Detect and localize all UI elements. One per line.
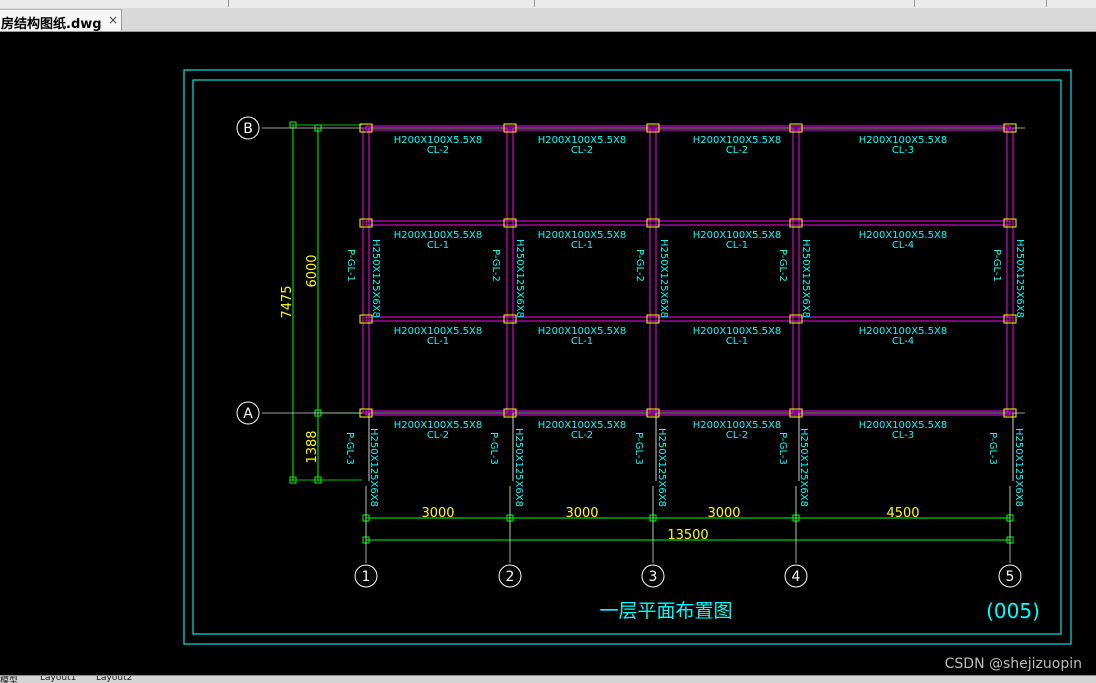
axis-label-4: 4: [792, 569, 801, 585]
inner-frame: [192, 79, 1062, 635]
axis-label-3: 3: [649, 569, 658, 585]
column-member-3: [649, 127, 657, 414]
column-node: [646, 314, 660, 324]
menu-separator: [534, 0, 535, 7]
dim-text-overhang: 1388: [305, 430, 320, 463]
beam-row_m1: [365, 220, 1011, 226]
menu-separator: [914, 0, 915, 7]
beam-mark-label: CL-1: [571, 240, 593, 251]
column-mark-label: P-GL-1: [345, 249, 356, 282]
column-mark-label: P-GL-2: [634, 249, 645, 282]
beam-mark-label: CL-2: [726, 430, 748, 441]
beam-mark-label: CL-3: [892, 430, 914, 441]
dim-text-total-height: 7475: [280, 285, 295, 318]
beam-mark-label: CL-1: [427, 336, 449, 347]
column-section-label: H250X125X6X8: [514, 239, 525, 318]
column-node: [789, 218, 803, 228]
column-mark-label: P-GL-3: [488, 432, 499, 465]
dim-text-bay-height: 6000: [305, 254, 320, 287]
column-section-label: H250X125X6X8: [370, 239, 381, 318]
beam-mark-label: CL-1: [726, 336, 748, 347]
menu-separator: [228, 0, 229, 7]
column-section-label: H250X125X6X8: [658, 239, 669, 318]
column-section-label: H250X125X6X8: [656, 428, 667, 507]
column-section-label: H250X125X6X8: [1014, 239, 1025, 318]
sheet-number: (005): [986, 599, 1040, 623]
document-tab-title: 房结构图纸.dwg: [1, 17, 102, 32]
dim-text-span: 3000: [565, 506, 598, 521]
column-node: [503, 218, 517, 228]
column-mark-label: P-GL-2: [490, 249, 501, 282]
dim-text-total: 13500: [667, 528, 708, 543]
beam-mark-label: CL-2: [726, 145, 748, 156]
axis-label-2: 2: [506, 569, 515, 585]
beam-mark-label: CL-1: [571, 336, 593, 347]
watermark: CSDN @shejizuopin: [945, 656, 1082, 672]
column-mark-label: P-GL-1: [991, 249, 1002, 282]
column-member-4: [792, 127, 800, 414]
steel-columns: [359, 123, 1017, 418]
axis-label-b: B: [243, 121, 253, 137]
column-section-label: H250X125X6X8: [513, 428, 524, 507]
beam-mark-label: CL-2: [571, 145, 593, 156]
column-member-5: [1006, 127, 1014, 414]
column-member-2: [506, 127, 514, 414]
column-mark-label: P-GL-3: [633, 432, 644, 465]
beam-row_m2: [365, 316, 1011, 322]
dim-text-span: 3000: [421, 506, 454, 521]
column-mark-label: P-GL-3: [987, 432, 998, 465]
beam-mark-label: CL-1: [427, 240, 449, 251]
outer-frame: [183, 69, 1072, 645]
menu-separator: [1046, 0, 1047, 7]
axis-label-a: A: [243, 406, 253, 422]
column-member-1: [362, 127, 370, 414]
beam-mark-label: CL-3: [892, 145, 914, 156]
beam-mark-label: CL-1: [726, 240, 748, 251]
beam-mark-label: CL-2: [427, 430, 449, 441]
dim-text-span: 3000: [707, 506, 740, 521]
column-mark-label: P-GL-2: [777, 249, 788, 282]
column-node: [646, 218, 660, 228]
document-tab[interactable]: 房结构图纸.dwg ×: [0, 9, 122, 32]
column-section-label: H250X125X6X8: [800, 239, 811, 318]
column-mark-label: P-GL-3: [777, 432, 788, 465]
beam-mark-label: CL-2: [571, 430, 593, 441]
column-section-label: H250X125X6X8: [368, 428, 379, 507]
axis-label-5: 5: [1006, 569, 1015, 585]
beam-mark-label: CL-4: [892, 336, 914, 347]
document-tab-bar: 房结构图纸.dwg ×: [0, 8, 1096, 32]
drawing-canvas[interactable]: 3000 3000 3000 450013500747560001388 H200X1…: [0, 31, 1096, 675]
dim-text-span: 4500: [886, 506, 919, 521]
drawing-title: 一层平面布置图: [599, 600, 732, 622]
column-mark-label: P-GL-3: [344, 432, 355, 465]
column-section-label: H250X125X6X8: [798, 428, 809, 507]
column-section-label: H250X125X6X8: [1013, 428, 1024, 507]
beam-mark-label: CL-4: [892, 240, 914, 251]
beam-mark-label: CL-2: [427, 145, 449, 156]
close-icon[interactable]: ×: [108, 13, 118, 27]
axis-label-1: 1: [362, 569, 371, 585]
